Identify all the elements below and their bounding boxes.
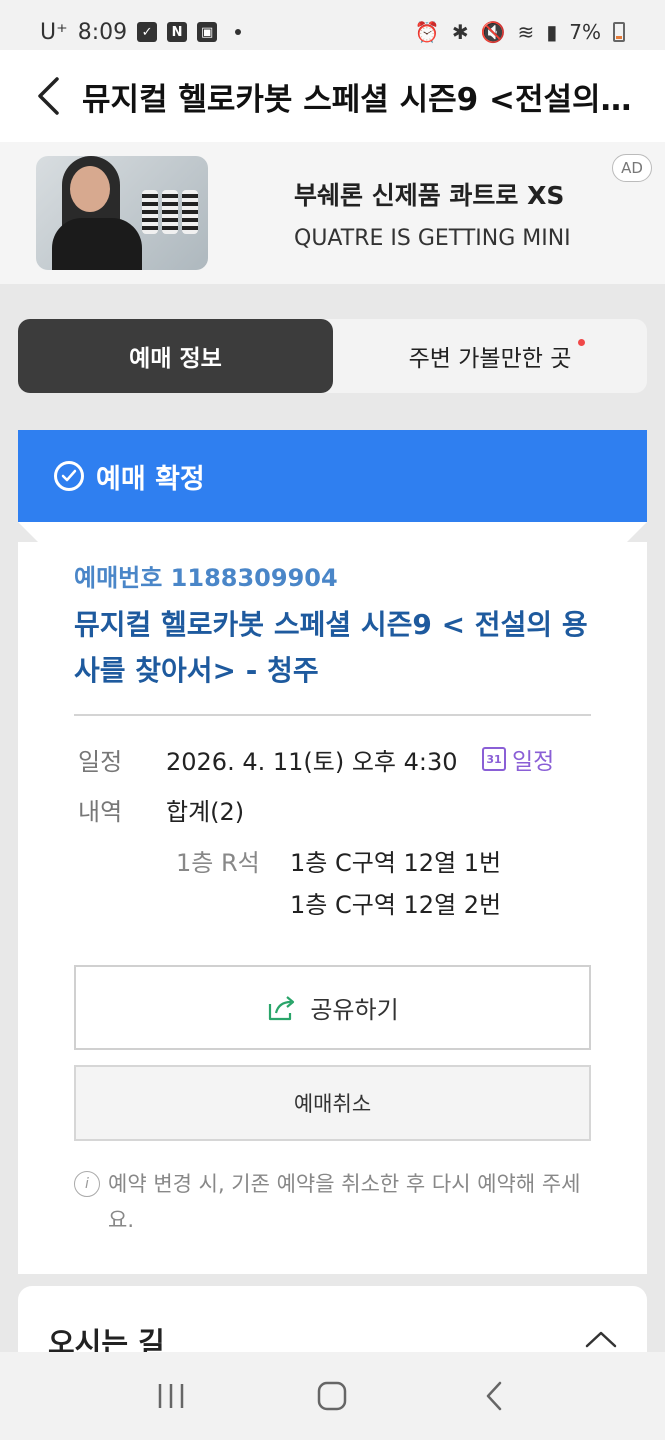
home-icon xyxy=(318,1381,347,1411)
booking-number: 예매번호 1188309904 xyxy=(74,564,338,592)
app-header: 뮤지컬 헬로카봇 스페셜 시즌9 <전설의… xyxy=(0,50,665,142)
check-circle-icon xyxy=(54,461,84,491)
booking-status-banner: 예매 확정 xyxy=(18,430,647,522)
notice: i 예약 변경 시, 기존 예약을 취소한 후 다시 예약해 주세요. xyxy=(74,1166,594,1238)
chevron-up-icon[interactable] xyxy=(585,1330,617,1348)
battery-icon xyxy=(613,22,625,42)
ad-text[interactable]: 부쉐론 신제품 콰트로 XS QUATRE IS GETTING MINI xyxy=(294,176,571,251)
recent-apps-icon xyxy=(158,1384,184,1408)
booking-status-label: 예매 확정 xyxy=(96,463,205,495)
battery-percent: 7% xyxy=(569,20,601,44)
seat-item: 1층 C구역 12열 2번 xyxy=(290,891,502,919)
system-back-button[interactable] xyxy=(464,1366,524,1426)
carrier-label: U⁺ xyxy=(40,19,68,45)
naver-notification-icon: N xyxy=(167,22,188,42)
add-to-calendar-link[interactable]: 31 일정 xyxy=(482,742,554,776)
bluetooth-icon: ✱ xyxy=(451,20,469,44)
status-left: U⁺ 8:09 ✓ N ▣ xyxy=(40,19,242,45)
home-button[interactable] xyxy=(302,1366,362,1426)
tab-bar: 예매 정보 주변 가볼만한 곳 xyxy=(18,319,647,393)
back-arrow-icon xyxy=(38,77,59,115)
schedule-label: 일정 xyxy=(78,748,123,776)
ad-image[interactable] xyxy=(36,156,208,270)
wifi-icon: ≋ xyxy=(517,20,535,44)
share-label: 공유하기 xyxy=(310,996,399,1024)
calendar-icon: 31 xyxy=(482,747,506,771)
schedule-value: 2026. 4. 11(토) 오후 4:30 xyxy=(166,748,458,776)
details-value: 합계(2) xyxy=(166,798,245,826)
details-label: 내역 xyxy=(78,798,123,826)
calendar-link-label: 일정 xyxy=(512,749,555,775)
tab-booking-info[interactable]: 예매 정보 xyxy=(18,319,333,393)
back-button[interactable] xyxy=(28,76,68,116)
image-notification-icon: ▣ xyxy=(197,22,218,42)
share-icon xyxy=(269,995,295,1020)
ad-subtitle: QUATRE IS GETTING MINI xyxy=(294,226,571,251)
back-icon xyxy=(486,1381,502,1411)
ad-badge[interactable]: AD xyxy=(612,154,652,182)
cancel-booking-button[interactable]: 예매취소 xyxy=(74,1065,591,1141)
new-indicator-dot xyxy=(578,339,585,346)
seat-type: 1층 R석 xyxy=(176,849,260,877)
ad-banner[interactable]: 부쉐론 신제품 콰트로 XS QUATRE IS GETTING MINI xyxy=(0,142,665,284)
share-button[interactable]: 공유하기 xyxy=(74,965,591,1050)
page-title: 뮤지컬 헬로카봇 스페셜 시즌9 <전설의… xyxy=(82,81,632,118)
app-notification-icon: ✓ xyxy=(137,22,158,42)
clock: 8:09 xyxy=(77,19,128,45)
ad-title: 부쉐론 신제품 콰트로 XS xyxy=(294,181,565,210)
show-title: 뮤지컬 헬로카봇 스페셜 시즌9 < 전설의 용사를 찾아서> - 청주 xyxy=(74,608,588,687)
mute-icon: 🔇 xyxy=(480,20,506,44)
notice-text: 예약 변경 시, 기존 예약을 취소한 후 다시 예약해 주세요. xyxy=(108,1172,581,1232)
tab-nearby-places-label: 주변 가볼만한 곳 xyxy=(408,346,572,372)
seat-item: 1층 C구역 12열 1번 xyxy=(290,849,502,877)
signal-icon: ▮ xyxy=(546,20,558,44)
divider xyxy=(74,714,591,716)
alarm-icon: ⏰ xyxy=(414,20,440,44)
system-nav-bar xyxy=(0,1352,665,1440)
recent-apps-button[interactable] xyxy=(141,1366,201,1426)
tab-nearby-places[interactable]: 주변 가볼만한 곳 xyxy=(333,319,647,393)
card-notch xyxy=(18,522,647,542)
status-right: ⏰ ✱ 🔇 ≋ ▮ 7% xyxy=(415,20,625,44)
more-notifications-icon xyxy=(235,29,242,35)
info-icon: i xyxy=(74,1171,100,1197)
